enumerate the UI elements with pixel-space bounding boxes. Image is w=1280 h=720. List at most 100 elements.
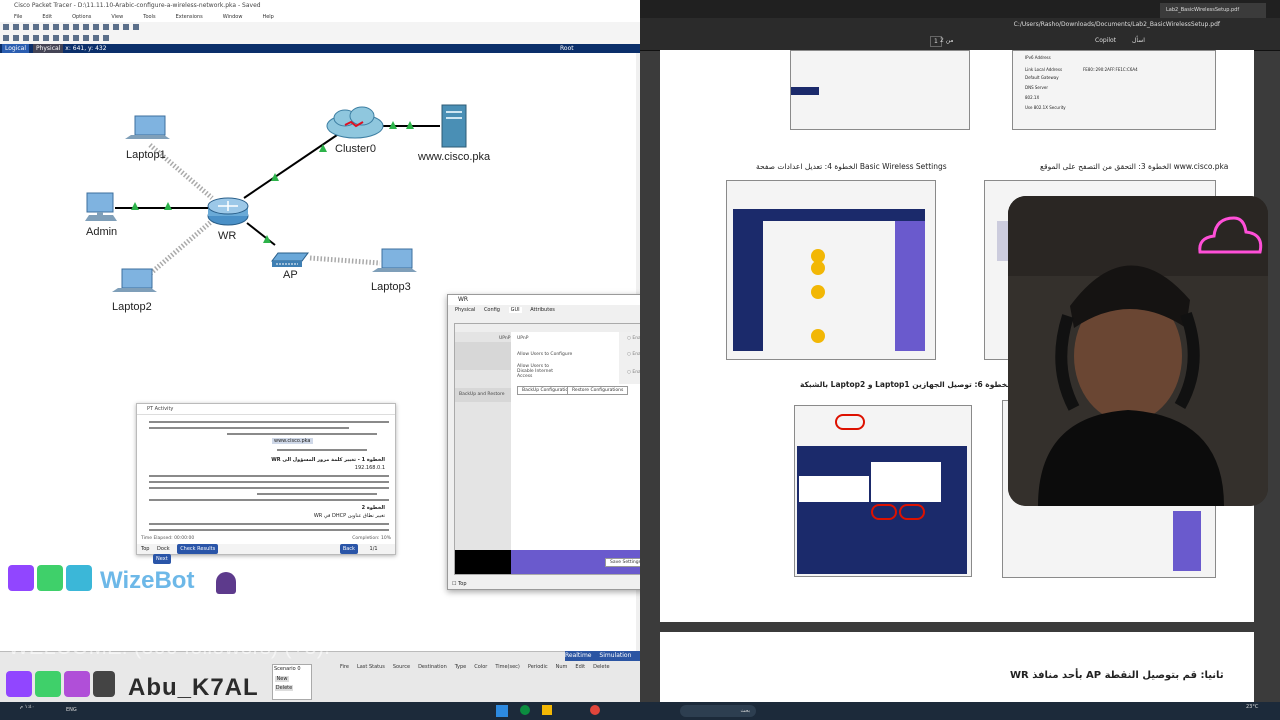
copy-icon[interactable] (53, 24, 59, 30)
wizebot-label: WizeBot (100, 567, 195, 594)
complex-pdu-icon[interactable] (103, 35, 109, 41)
menu-extensions[interactable]: Extensions (176, 14, 203, 20)
zoom-reset-icon[interactable] (113, 24, 119, 30)
completion: Completion: 10% (352, 536, 391, 541)
wireless-laptop2 (143, 219, 214, 280)
menu-window[interactable]: Window (223, 14, 243, 20)
delete-scenario-button[interactable]: Delete (275, 685, 293, 691)
draw-ellipse-icon[interactable] (73, 35, 79, 41)
pc-icon (85, 192, 117, 221)
new-file-icon[interactable] (3, 24, 9, 30)
logical-tab[interactable]: Logical (2, 44, 30, 53)
custom-device-icon[interactable] (133, 24, 139, 30)
menu-edit[interactable]: Edit (42, 14, 52, 20)
col-fire: Fire (340, 664, 349, 670)
taskbar-search[interactable]: بحث (680, 705, 756, 717)
upnp-row-label: UPnP (517, 336, 529, 341)
twitch-icon (8, 565, 34, 591)
menu-help[interactable]: Help (262, 14, 273, 20)
paste-icon[interactable] (63, 24, 69, 30)
activity-status: Time Elapsed: 00:00:00 Completion: 10% (137, 536, 395, 544)
draw-rect-icon[interactable] (63, 35, 69, 41)
resize-icon[interactable] (33, 35, 39, 41)
new-scenario-button[interactable]: New (275, 676, 289, 682)
pt-title-bar: Cisco Packet Tracer - D:\11.11.10-Arabic… (0, 0, 640, 12)
menu-file[interactable]: File (14, 14, 22, 20)
user-icon (216, 572, 236, 594)
col-num: Num (555, 664, 568, 670)
activity-footer: Top Dock Check Results Back 1/1 Next (137, 544, 395, 564)
tab-attributes[interactable]: Attributes (530, 307, 555, 313)
wizard-icon[interactable] (43, 24, 49, 30)
name-badges (6, 671, 124, 699)
menu-tools[interactable]: Tools (143, 14, 155, 20)
tab-physical[interactable]: Physical (455, 307, 475, 313)
ask-button[interactable]: اسأل (1132, 32, 1145, 50)
zoom-out-icon[interactable] (103, 24, 109, 30)
select-icon[interactable] (3, 35, 9, 41)
webcam-overlay (1008, 196, 1268, 506)
col-last-status: Last Status (356, 664, 385, 670)
browser-tabstrip: Lab2_BasicWirelessSetup.pdf (640, 0, 1280, 18)
inspect-icon[interactable] (13, 35, 19, 41)
chrome-icon[interactable] (590, 705, 600, 715)
redo-icon[interactable] (83, 24, 89, 30)
realtime-tab[interactable]: Realtime (565, 652, 592, 659)
simulation-tab[interactable]: Simulation (599, 652, 631, 659)
wr-top-checkbox[interactable]: ☐ Top (452, 581, 467, 587)
wr-gui-section (455, 342, 511, 370)
palette-icon[interactable] (123, 24, 129, 30)
restore-button[interactable]: Restore Configurations (567, 386, 629, 395)
check-results-button[interactable]: Check Results (177, 544, 219, 554)
col-periodic: Periodic (527, 664, 548, 670)
menu-view[interactable]: View (111, 14, 123, 20)
next-button[interactable]: Next (153, 554, 171, 564)
robot-icon (66, 565, 92, 591)
activity-link[interactable]: www.cisco.pka (272, 438, 313, 444)
explorer-icon[interactable] (542, 705, 552, 715)
default-gateway-label: Default Gateway (1025, 75, 1059, 80)
dns-label: DNS Server (1025, 85, 1048, 90)
welcome-text: WELCOME! (300 followers) (+5). (8, 634, 331, 659)
back-button[interactable]: Back (339, 544, 358, 554)
note-icon[interactable] (43, 35, 49, 41)
top-checkbox[interactable]: Top (141, 546, 149, 552)
linksys-side (733, 221, 763, 351)
address-bar[interactable]: C:/Users/Rasho/Downloads/Documents/Lab2_… (640, 18, 1280, 32)
undo-icon[interactable] (73, 24, 79, 30)
mode-switch[interactable]: Realtime Simulation (565, 651, 640, 661)
dock-checkbox[interactable]: Dock (157, 546, 170, 552)
connect-circle (835, 414, 865, 430)
label-cisco-server: www.cisco.pka (418, 151, 491, 163)
thumb-laptop-wireless (794, 405, 972, 577)
physical-tab[interactable]: Physical (32, 44, 64, 53)
menu-options[interactable]: Options (72, 14, 91, 20)
tab-config[interactable]: Config (484, 307, 500, 313)
copilot-button[interactable]: Copilot (1095, 32, 1116, 50)
pt-menu-bar: File Edit Options View Tools Extensions Window… (0, 12, 640, 22)
ipv6-value: FE80::290:2AFF:FE1C:C6A4 (1083, 67, 1138, 72)
badge-icon (64, 671, 90, 697)
link-wr-cluster (243, 132, 341, 199)
col-destination: Destination (418, 664, 447, 670)
add-pdu-icon[interactable] (93, 35, 99, 41)
scenario-select[interactable]: Scenario 0 (273, 665, 311, 673)
tab-gui[interactable]: GUI (508, 307, 522, 313)
zoom-in-icon[interactable] (93, 24, 99, 30)
save-icon[interactable] (23, 24, 29, 30)
delete-icon[interactable] (23, 35, 29, 41)
open-icon[interactable] (13, 24, 19, 30)
bot-icon (37, 565, 63, 591)
freeform-icon[interactable] (83, 35, 89, 41)
refresh-circle (871, 504, 897, 520)
start-icon[interactable] (496, 705, 508, 717)
pdf-tab[interactable]: Lab2_BasicWirelessSetup.pdf (1160, 3, 1266, 18)
pt-title: Cisco Packet Tracer - D:\11.11.10-Arabic… (14, 2, 261, 9)
draw-line-icon[interactable] (53, 35, 59, 41)
pdf-path[interactable]: C:/Users/Rasho/Downloads/Documents/Lab2_… (1014, 18, 1220, 32)
clock[interactable]: ١:٤٠ م (20, 704, 34, 710)
weather[interactable]: 23°C (1246, 704, 1258, 710)
print-icon[interactable] (33, 24, 39, 30)
language-indicator[interactable]: ENG (66, 707, 77, 713)
edge-icon[interactable] (520, 705, 530, 715)
